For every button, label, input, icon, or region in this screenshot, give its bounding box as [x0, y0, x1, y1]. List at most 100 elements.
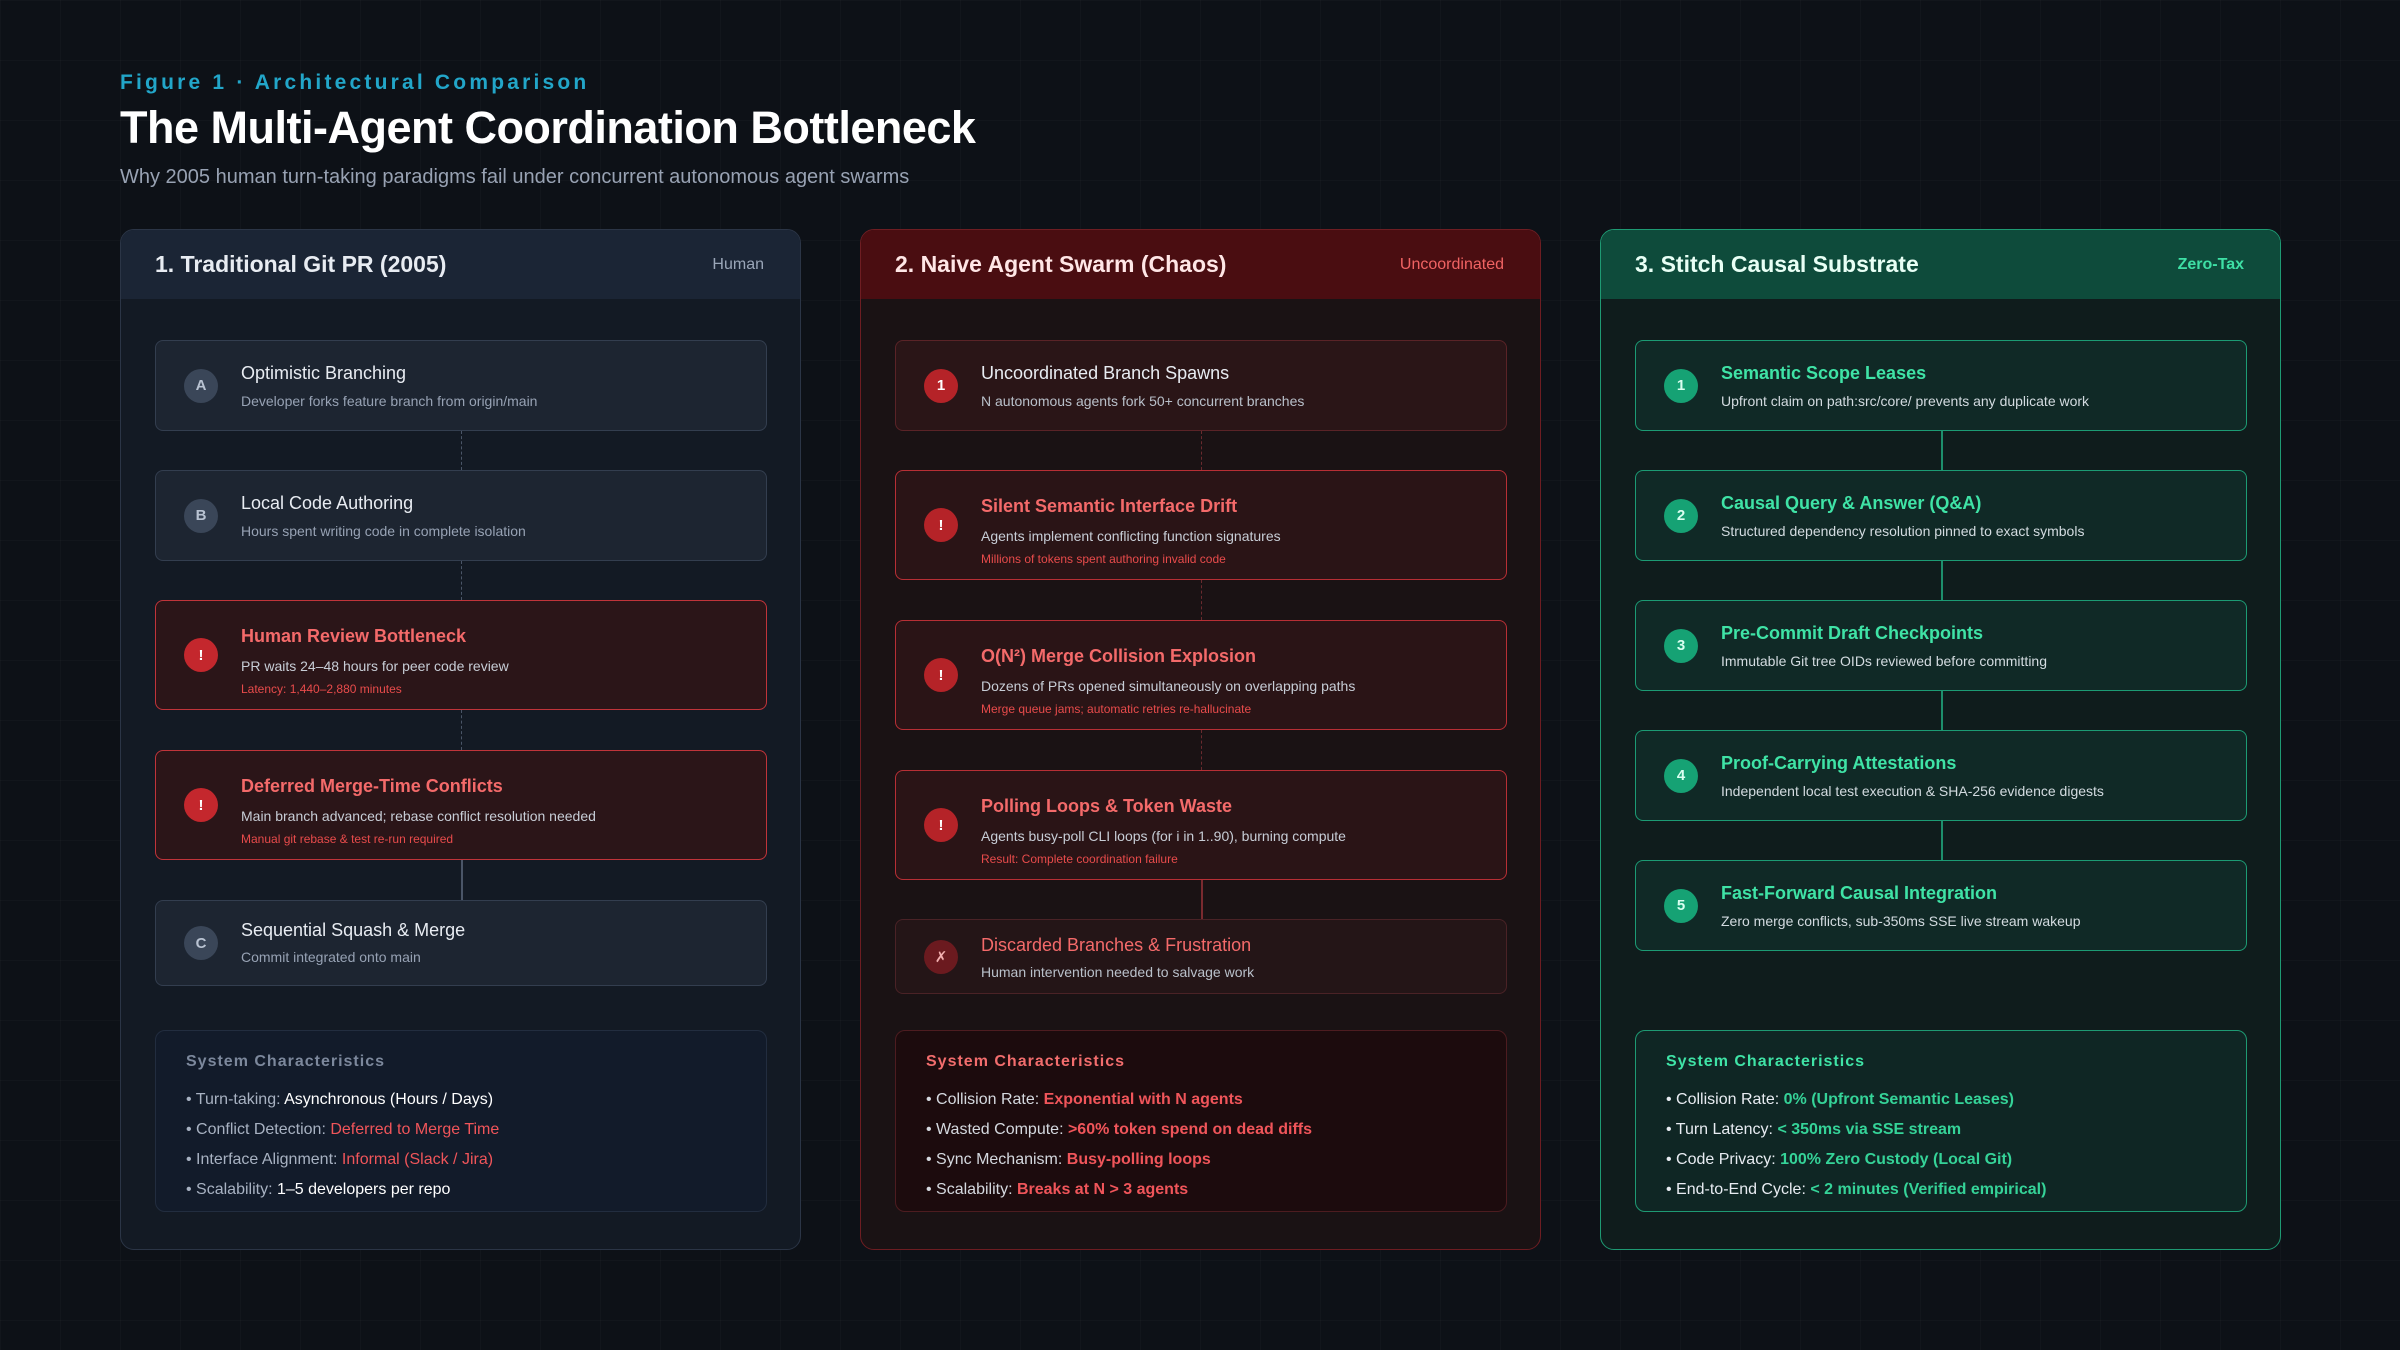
- characteristic-label: • Turn Latency:: [1666, 1121, 1778, 1138]
- step-deferred-merge-conflicts: ! Deferred Merge-Time Conflicts Main bra…: [155, 750, 767, 860]
- characteristic-value: >60% token spend on dead diffs: [1067, 1121, 1312, 1138]
- step-local-code-authoring: B Local Code Authoring Hours spent writi…: [155, 470, 767, 561]
- step-description: Upfront claim on path:src/core/ prevents…: [1721, 393, 2090, 409]
- characteristic-value: < 350ms via SSE stream: [1777, 1121, 1962, 1138]
- characteristic-row: • Scalability: Breaks at N > 3 agents: [926, 1175, 1476, 1205]
- page-title: The Multi-Agent Coordination Bottleneck: [120, 102, 976, 153]
- characteristic-label: • Interface Alignment:: [186, 1151, 342, 1168]
- characteristic-value: Informal (Slack / Jira): [341, 1151, 494, 1168]
- panel-naive-agent-swarm: 2. Naive Agent Swarm (Chaos) Uncoordinat…: [860, 229, 1541, 1250]
- system-characteristics: System Characteristics • Collision Rate:…: [895, 1030, 1507, 1212]
- alert-icon: !: [924, 508, 958, 542]
- connector-line: [1201, 431, 1202, 470]
- step-description: Human intervention needed to salvage wor…: [981, 964, 1255, 980]
- step-causal-query-answer: 2 Causal Query & Answer (Q&A) Structured…: [1635, 470, 2247, 561]
- step-semantic-scope-leases: 1 Semantic Scope Leases Upfront claim on…: [1635, 340, 2247, 431]
- characteristic-row: • Sync Mechanism: Busy-polling loops: [926, 1145, 1476, 1175]
- step-title: Pre-Commit Draft Checkpoints: [1721, 623, 1984, 643]
- panel-traditional-git-pr: 1. Traditional Git PR (2005) Human A Opt…: [120, 229, 801, 1250]
- step-proof-carrying-attestations: 4 Proof-Carrying Attestations Independen…: [1635, 730, 2247, 821]
- step-note: Manual git rebase & test re-run required: [241, 832, 454, 846]
- step-sequential-squash-merge: C Sequential Squash & Merge Commit integ…: [155, 900, 767, 986]
- characteristic-value: Busy-polling loops: [1066, 1151, 1211, 1168]
- panel-title: 1. Traditional Git PR (2005): [155, 251, 447, 277]
- characteristic-value: < 2 minutes (Verified empirical): [1810, 1181, 2047, 1198]
- step-letter-badge: A: [184, 368, 218, 403]
- step-merge-collision-explosion: ! O(N²) Merge Collision Explosion Dozens…: [895, 620, 1507, 730]
- step-title: Polling Loops & Token Waste: [981, 796, 1233, 816]
- step-fast-forward-integration: 5 Fast-Forward Causal Integration Zero m…: [1635, 860, 2247, 951]
- step-description: N autonomous agents fork 50+ concurrent …: [981, 393, 1305, 409]
- step-title: Semantic Scope Leases: [1721, 363, 1927, 383]
- characteristic-label: • Collision Rate:: [1666, 1091, 1784, 1108]
- step-letter-badge: C: [184, 926, 218, 960]
- alert-icon: !: [924, 808, 958, 842]
- characteristic-row: • Collision Rate: Exponential with N age…: [926, 1085, 1476, 1115]
- characteristic-label: • Wasted Compute:: [926, 1121, 1068, 1138]
- page-subtitle: Why 2005 human turn-taking paradigms fai…: [120, 166, 910, 188]
- characteristic-row: • Interface Alignment: Informal (Slack /…: [186, 1145, 736, 1175]
- step-title: Fast-Forward Causal Integration: [1721, 883, 1998, 903]
- step-pre-commit-draft-checkpoints: 3 Pre-Commit Draft Checkpoints Immutable…: [1635, 600, 2247, 691]
- step-description: Zero merge conflicts, sub-350ms SSE live…: [1721, 913, 2081, 929]
- panel-tag: Zero-Tax: [2177, 255, 2244, 273]
- panel-title: 2. Naive Agent Swarm (Chaos): [895, 251, 1227, 277]
- step-title: O(N²) Merge Collision Explosion: [981, 646, 1257, 666]
- step-optimistic-branching: A Optimistic Branching Developer forks f…: [155, 340, 767, 431]
- step-human-review-bottleneck: ! Human Review Bottleneck PR waits 24–48…: [155, 600, 767, 710]
- alert-icon: !: [924, 658, 958, 692]
- step-description: Dozens of PRs opened simultaneously on o…: [981, 678, 1356, 694]
- step-description: Agents busy-poll CLI loops (for i in 1..…: [981, 828, 1346, 844]
- characteristic-label: • Conflict Detection:: [186, 1121, 331, 1138]
- characteristic-row: • End-to-End Cycle: < 2 minutes (Verifie…: [1666, 1175, 2216, 1205]
- step-polling-loops-token-waste: ! Polling Loops & Token Waste Agents bus…: [895, 770, 1507, 880]
- step-discarded-branches: ✗ Discarded Branches & Frustration Human…: [895, 919, 1507, 994]
- characteristic-label: • Sync Mechanism:: [926, 1151, 1067, 1168]
- system-characteristics: System Characteristics • Collision Rate:…: [1635, 1030, 2247, 1212]
- step-number-badge: 1: [924, 368, 958, 403]
- figure-eyebrow: Figure 1 · Architectural Comparison: [120, 71, 590, 94]
- connector-line: [1941, 431, 1943, 470]
- step-title: Uncoordinated Branch Spawns: [981, 363, 1230, 383]
- step-title: Proof-Carrying Attestations: [1721, 753, 1957, 773]
- step-title: Discarded Branches & Frustration: [981, 935, 1252, 955]
- characteristic-value: Deferred to Merge Time: [330, 1121, 500, 1138]
- system-characteristics: System Characteristics • Turn-taking: As…: [155, 1030, 767, 1212]
- step-description: Agents implement conflicting function si…: [981, 528, 1281, 544]
- connector-line: [461, 860, 463, 900]
- panel-stitch-causal-substrate: 3. Stitch Causal Substrate Zero-Tax 1 Se…: [1600, 229, 2281, 1250]
- step-description: Hours spent writing code in complete iso…: [241, 523, 526, 539]
- panel-tag: Uncoordinated: [1399, 255, 1504, 273]
- characteristic-row: • Turn Latency: < 350ms via SSE stream: [1666, 1115, 2216, 1145]
- step-number-badge: 4: [1664, 758, 1698, 793]
- step-title: Causal Query & Answer (Q&A): [1721, 493, 1982, 513]
- system-characteristics-title: System Characteristics: [926, 1053, 1125, 1070]
- step-note: Result: Complete coordination failure: [981, 852, 1178, 866]
- step-number-badge: 3: [1664, 628, 1698, 663]
- characteristic-label: • Code Privacy:: [1666, 1151, 1781, 1168]
- step-note: Merge queue jams; automatic retries re-h…: [981, 702, 1252, 716]
- step-note: Millions of tokens spent authoring inval…: [981, 552, 1226, 566]
- step-number-badge: 2: [1664, 498, 1698, 533]
- panel-title: 3. Stitch Causal Substrate: [1635, 251, 1919, 277]
- connector-line: [1201, 580, 1202, 620]
- panel-header: 3. Stitch Causal Substrate Zero-Tax: [1601, 230, 2280, 299]
- step-title: Human Review Bottleneck: [241, 626, 467, 646]
- step-number-badge: 5: [1664, 888, 1698, 923]
- step-title: Local Code Authoring: [241, 493, 414, 513]
- alert-icon: !: [184, 788, 218, 822]
- characteristic-value: 0% (Upfront Semantic Leases): [1783, 1091, 2014, 1108]
- panel-header: 2. Naive Agent Swarm (Chaos) Uncoordinat…: [861, 230, 1540, 299]
- step-uncoordinated-branch-spawns: 1 Uncoordinated Branch Spawns N autonomo…: [895, 340, 1507, 431]
- characteristic-label: • End-to-End Cycle:: [1666, 1181, 1811, 1198]
- connector-line: [1941, 561, 1943, 600]
- characteristic-value: Asynchronous (Hours / Days): [284, 1091, 494, 1108]
- connector-line: [461, 431, 462, 470]
- step-description: Developer forks feature branch from orig…: [241, 393, 538, 409]
- characteristic-row: • Scalability: 1–5 developers per repo: [186, 1175, 736, 1205]
- connector-line: [1201, 730, 1202, 770]
- characteristic-label: • Turn-taking:: [186, 1091, 285, 1108]
- step-title: Optimistic Branching: [241, 363, 407, 383]
- connector-line: [1941, 821, 1943, 860]
- connector-line: [461, 561, 462, 600]
